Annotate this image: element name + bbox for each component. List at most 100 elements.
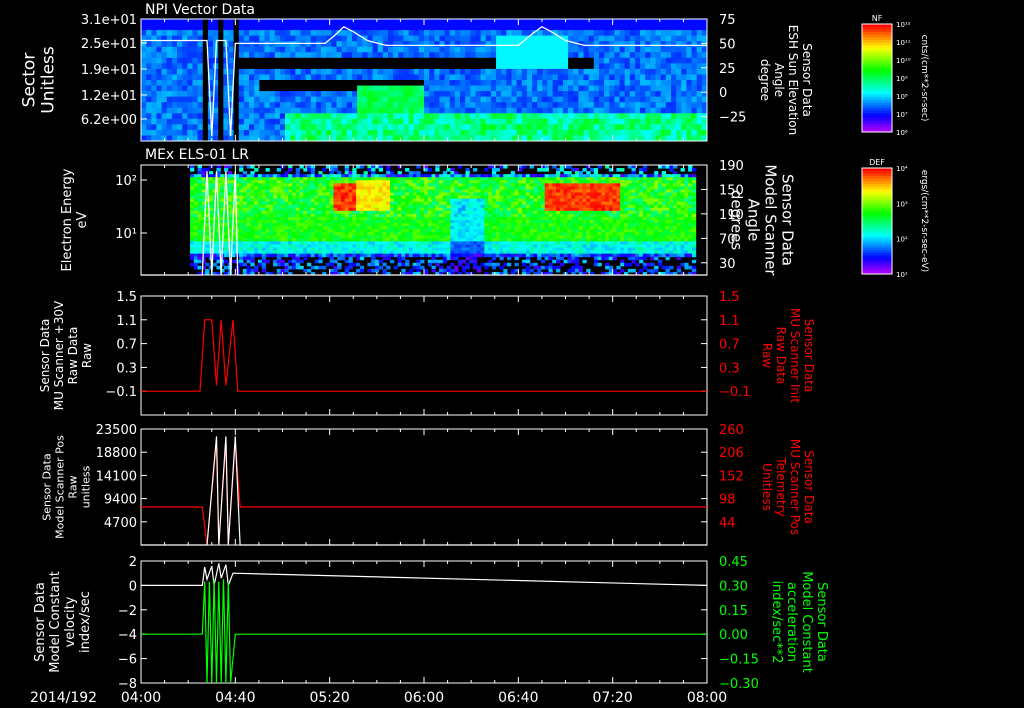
npi-heatmap-cell	[645, 124, 651, 131]
npi-heatmap-cell	[357, 96, 363, 103]
npi-heatmap-cell	[490, 68, 497, 76]
npi-heatmap-cell	[336, 52, 343, 59]
npi-heatmap-cell	[362, 91, 368, 98]
npi-heatmap-cell	[629, 46, 636, 53]
els-heatmap-cell	[344, 180, 350, 184]
els-heatmap-cell	[284, 195, 289, 200]
npi-heatmap-cell	[506, 35, 513, 42]
els-heatmap-cell	[435, 232, 440, 236]
npi-heatmap-cell	[480, 113, 487, 120]
npi-heatmap-cell	[562, 41, 569, 48]
els-heatmap-cell	[269, 235, 274, 239]
els-heatmap-cell	[457, 186, 463, 190]
els-heatmap-cell	[344, 235, 350, 239]
els-heatmap-cell	[190, 186, 195, 190]
npi-heatmap-cell	[460, 46, 466, 53]
els-heatmap-cell	[325, 195, 331, 200]
els-heatmap-cell	[461, 253, 467, 258]
els-heatmap-cell	[284, 247, 289, 252]
npi-heatmap-cell	[141, 91, 147, 98]
els-heatmap-cell	[284, 207, 289, 212]
els-heatmap-cell	[314, 250, 319, 255]
npi-heatmap-cell	[465, 52, 471, 59]
els-heatmap-cell	[291, 174, 297, 178]
npi-heatmap-cell	[413, 85, 420, 92]
els-heatmap-cell	[265, 180, 270, 184]
npi-heatmap-cell	[418, 85, 425, 92]
npi-heatmap-cell	[506, 129, 513, 137]
npi-heatmap-cell	[274, 24, 281, 31]
els-heatmap-cell	[276, 183, 282, 187]
els-heatmap-cell	[382, 183, 387, 187]
npi-heatmap-cell	[362, 102, 368, 109]
els-heatmap-cell	[280, 238, 285, 242]
npi-heatmap-cell	[444, 124, 451, 131]
npi-heatmap-cell	[660, 80, 667, 87]
els-heatmap-cell	[340, 235, 346, 239]
npi-heatmap-cell	[465, 85, 471, 92]
npi-heatmap-cell	[490, 80, 497, 87]
npi-heatmap-cell	[187, 24, 194, 31]
els-heatmap-cell	[201, 192, 206, 197]
els-heatmap-cell	[356, 253, 361, 258]
els-heatmap-cell	[269, 183, 274, 187]
els-heatmap-cell	[193, 213, 199, 218]
npi-heatmap-cell	[598, 57, 605, 64]
panel-0-ytick-label-left: 6.2e+00	[81, 113, 137, 128]
npi-heatmap-cell	[341, 80, 348, 87]
npi-heatmap-cell	[460, 85, 466, 92]
els-heatmap-cell	[393, 195, 399, 200]
npi-heatmap-cell	[465, 102, 471, 109]
npi-heatmap-cell	[151, 118, 158, 125]
npi-heatmap-cell	[444, 91, 451, 98]
npi-heatmap-cell	[264, 30, 271, 37]
els-heatmap-cell	[427, 244, 433, 248]
npi-heatmap-cell	[511, 35, 518, 42]
els-heatmap-cell	[352, 204, 357, 209]
els-heatmap-cell	[250, 256, 255, 261]
npi-heatmap-cell	[655, 68, 662, 76]
npi-heatmap-cell	[393, 91, 399, 98]
els-heatmap-cell	[427, 213, 433, 218]
npi-heatmap-cell	[470, 41, 477, 48]
els-heatmap-cell	[405, 216, 410, 221]
npi-heatmap-cell	[614, 80, 621, 87]
npi-heatmap-cell	[511, 102, 518, 109]
npi-heatmap-cell	[351, 46, 358, 53]
npi-heatmap-cell	[444, 24, 451, 31]
npi-heatmap-cell	[238, 113, 245, 120]
els-heatmap-cell	[450, 268, 455, 273]
els-heatmap-cell	[265, 216, 270, 221]
npi-heatmap-cell	[213, 107, 219, 114]
els-heatmap-cell	[473, 192, 478, 197]
npi-heatmap-cell	[393, 19, 399, 26]
npi-heatmap-cell	[629, 68, 636, 76]
els-heatmap-cell	[348, 177, 353, 181]
els-heatmap-cell	[427, 226, 433, 230]
els-heatmap-cell	[446, 186, 451, 190]
npi-heatmap-cell	[413, 102, 420, 109]
els-heatmap-cell	[227, 180, 233, 184]
npi-heatmap-cell	[650, 91, 657, 98]
npi-heatmap-cell	[449, 107, 456, 114]
npi-heatmap-cell	[274, 124, 281, 131]
els-heatmap-cell	[488, 250, 493, 255]
npi-heatmap-cell	[372, 57, 379, 64]
npi-heatmap-cell	[496, 80, 502, 87]
els-heatmap-cell	[208, 198, 214, 203]
els-heatmap-cell	[469, 195, 474, 200]
npi-heatmap-cell	[449, 46, 456, 53]
els-heatmap-cell	[442, 241, 448, 245]
els-heatmap-cell	[359, 216, 365, 221]
els-heatmap-cell	[374, 229, 380, 233]
npi-heatmap-cell	[166, 41, 173, 48]
npi-heatmap-cell	[537, 129, 543, 137]
els-heatmap-cell	[367, 244, 372, 248]
els-heatmap-cell	[408, 244, 414, 248]
els-heatmap-cell	[416, 180, 421, 184]
els-heatmap-cell	[340, 201, 346, 206]
els-heatmap-cell	[352, 168, 357, 172]
npi-heatmap-cell	[290, 107, 296, 114]
els-heatmap-cell	[322, 232, 327, 236]
els-heatmap-cell	[473, 216, 478, 221]
